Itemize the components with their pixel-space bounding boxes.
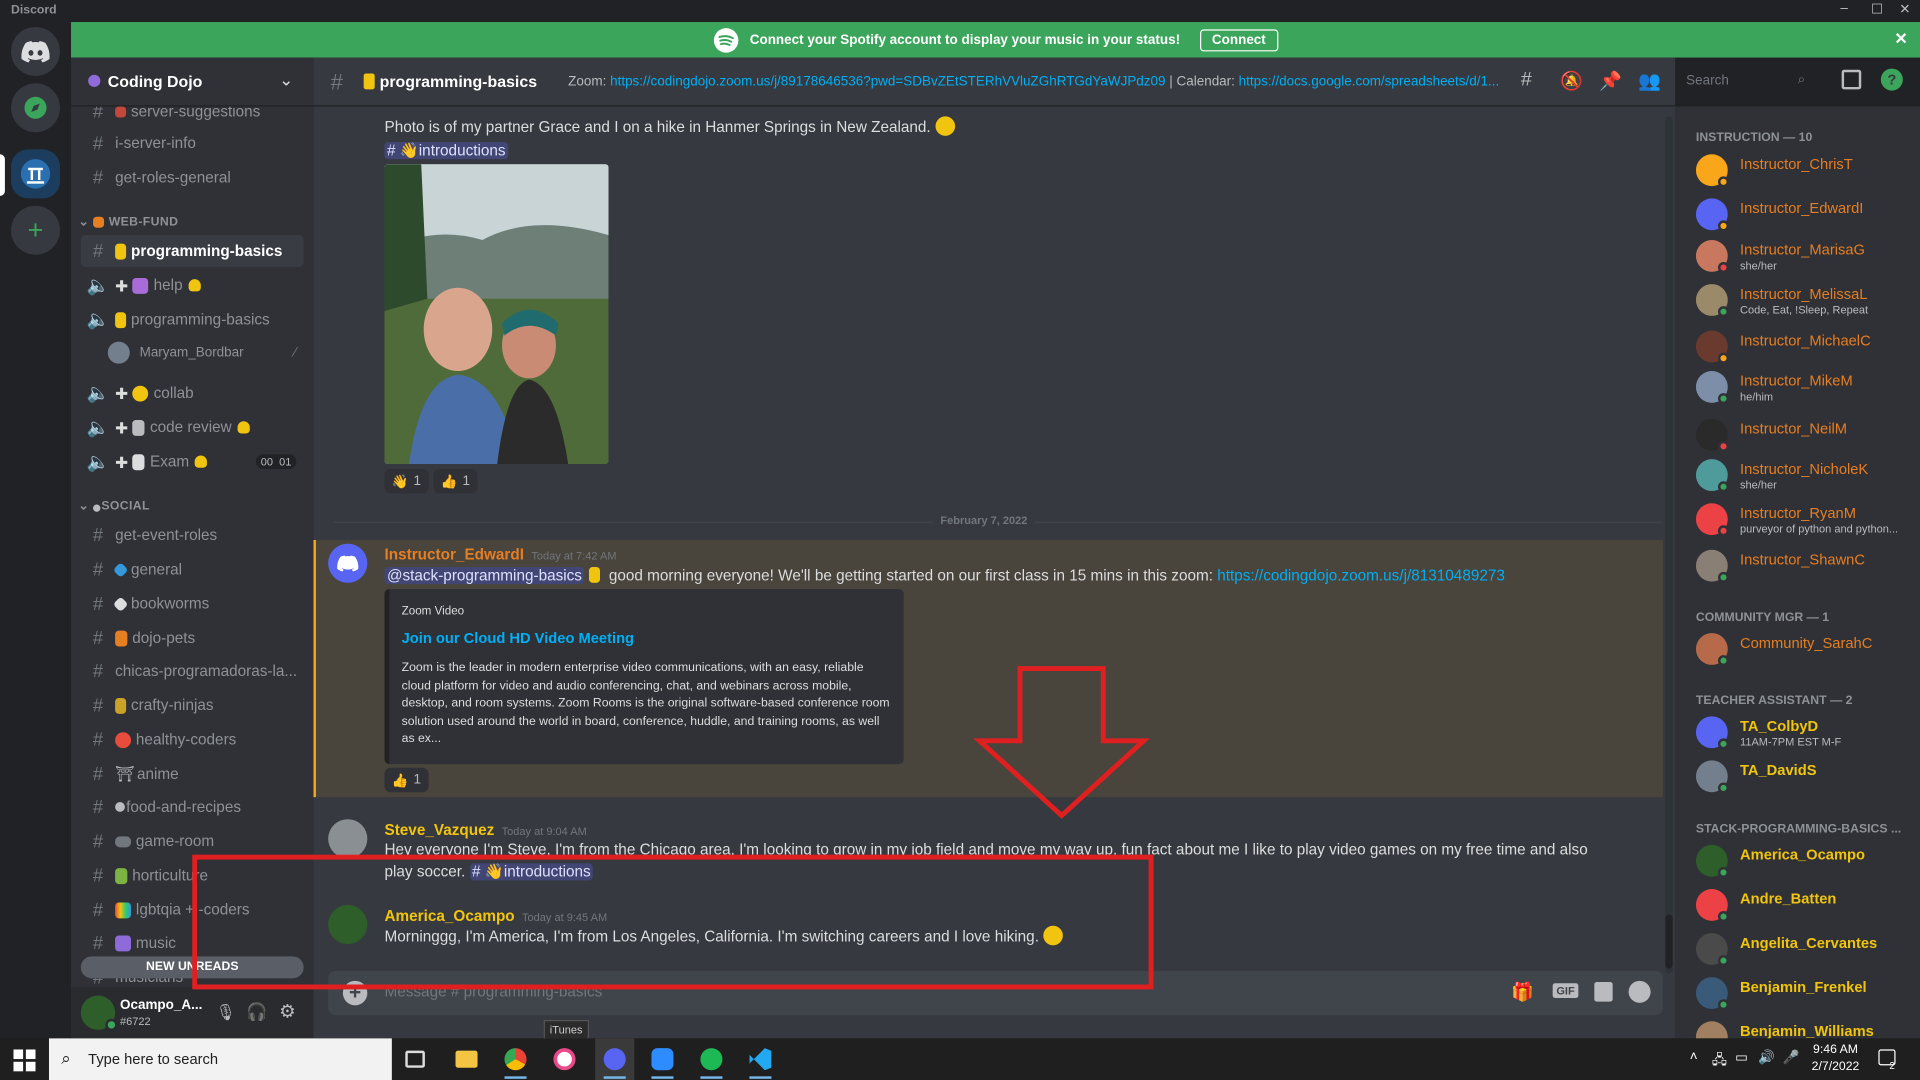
member-item[interactable]: Instructor_MichaelC	[1695, 329, 1916, 371]
member-name: Instructor_NeilM	[1740, 420, 1847, 438]
member-name: Instructor_EdwardI	[1740, 199, 1864, 217]
member-name: TA_DavidS	[1740, 761, 1817, 779]
online-status-icon	[1717, 655, 1729, 667]
member-item[interactable]: Instructor_EdwardI	[1695, 197, 1916, 239]
member-item[interactable]: America_Ocampo	[1695, 844, 1916, 886]
tray-display-icon[interactable]: ▭	[1735, 1049, 1748, 1066]
file-explorer-icon[interactable]	[455, 1050, 478, 1068]
member-item[interactable]: TA_DavidS	[1695, 759, 1916, 801]
online-status-icon	[1717, 911, 1729, 923]
member-item[interactable]: Angelita_Cervantes	[1695, 932, 1916, 974]
member-name: Community_SarahC	[1740, 634, 1873, 652]
task-view-icon[interactable]	[405, 1050, 425, 1068]
member-category-ta: TEACHER ASSISTANT — 2	[1695, 694, 1853, 708]
dnd-status-icon	[1717, 262, 1729, 274]
search-icon: ⌕	[61, 1048, 71, 1068]
zoom-icon[interactable]	[651, 1048, 674, 1071]
annotation-arrow	[973, 666, 1151, 819]
member-name: Instructor_MelissaL	[1740, 285, 1868, 303]
online-status-icon	[1717, 571, 1729, 583]
online-status-icon	[1717, 782, 1729, 794]
annotation-overlay	[192, 666, 1154, 990]
member-item[interactable]: Instructor_MelissaL Code, Eat, !Sleep, Re…	[1695, 283, 1916, 325]
dnd-status-icon	[1717, 440, 1729, 452]
online-status-icon	[1717, 393, 1729, 405]
member-name: Instructor_ShawnC	[1740, 551, 1865, 569]
member-item[interactable]: Benjamin_Frenkel	[1695, 976, 1916, 1018]
member-item[interactable]: Community_SarahC	[1695, 632, 1916, 674]
server-boost-icon	[88, 74, 101, 87]
dnd-status-icon	[1717, 525, 1729, 537]
tray-chevron-up-icon[interactable]: ˄	[1690, 1049, 1698, 1064]
taskbar-search-input[interactable]: ⌕ Type here to search	[48, 1038, 392, 1080]
idle-status-icon	[1717, 220, 1729, 232]
member-item[interactable]: Benjamin_Williams	[1695, 1020, 1916, 1039]
member-name: Instructor_NicholeK	[1740, 460, 1869, 478]
avatar	[1695, 1021, 1728, 1039]
online-status-icon	[1717, 738, 1729, 750]
member-item[interactable]: Instructor_NicholeK she/her	[1695, 458, 1916, 500]
taskbar-date[interactable]: 2/7/2022	[1810, 1060, 1861, 1073]
member-name: TA_ColbyD	[1740, 717, 1819, 735]
tray-mic-icon[interactable]: 🎤	[1783, 1049, 1800, 1066]
member-name: Angelita_Cervantes	[1740, 934, 1878, 952]
taskbar-time[interactable]: 9:46 AM	[1810, 1043, 1861, 1056]
running-indicator	[651, 1076, 674, 1079]
spotify-taskbar-icon[interactable]	[700, 1048, 723, 1071]
server-name: Coding Dojo	[107, 72, 203, 91]
member-status-text: he/him	[1740, 390, 1774, 403]
member-status-text: Code, Eat, !Sleep, Repeat	[1740, 303, 1869, 316]
member-status-text: she/her	[1740, 259, 1777, 272]
member-category-community: COMMUNITY MGR — 1	[1695, 611, 1830, 625]
member-name: Benjamin_Williams	[1740, 1022, 1874, 1039]
member-item[interactable]: Andre_Batten	[1695, 888, 1916, 930]
idle-status-icon	[1717, 176, 1729, 188]
itunes-icon[interactable]	[553, 1048, 576, 1071]
tray-network-icon[interactable]: 🖧	[1712, 1049, 1727, 1072]
running-indicator	[749, 1076, 772, 1079]
online-status-icon	[1717, 866, 1729, 878]
member-item[interactable]: TA_ColbyD 11AM-7PM EST M-F	[1695, 715, 1916, 757]
online-status-icon	[1717, 306, 1729, 318]
discord-taskbar-icon[interactable]	[603, 1048, 626, 1071]
running-indicator	[700, 1076, 723, 1079]
member-item[interactable]: Instructor_NeilM	[1695, 418, 1916, 460]
member-name: Benjamin_Frenkel	[1740, 978, 1867, 996]
idle-status-icon	[1717, 352, 1729, 364]
running-indicator	[603, 1076, 626, 1079]
running-indicator	[504, 1076, 527, 1079]
member-category-instruction: INSTRUCTION — 10	[1695, 131, 1813, 145]
member-name: Andre_Batten	[1740, 890, 1837, 908]
member-list: INSTRUCTION — 10 Instructor_ChrisT Instr…	[1675, 106, 1920, 1039]
member-name: Instructor_MikeM	[1740, 372, 1853, 390]
member-status-text: she/her	[1740, 478, 1777, 492]
annotation-box	[192, 854, 1154, 990]
online-status-icon	[1717, 999, 1729, 1011]
member-status-text: purveyor of python and python...	[1740, 522, 1899, 536]
member-name: America_Ocampo	[1740, 846, 1865, 864]
member-item[interactable]: Instructor_MarisaG she/her	[1695, 239, 1916, 281]
chevron-down-icon: ⌄	[279, 69, 294, 90]
windows-taskbar: ⌕ Type here to search ˄ 🖧 ▭ 🔊 🎤 9:46 AM 2…	[0, 1038, 1920, 1080]
member-name: Instructor_MarisaG	[1740, 241, 1865, 259]
chrome-icon[interactable]	[504, 1048, 527, 1071]
server-header[interactable]: Coding Dojo ⌄	[71, 57, 314, 107]
tray-volume-icon[interactable]: 🔊	[1758, 1049, 1775, 1066]
member-item[interactable]: Instructor_RyanM purveyor of python and p…	[1695, 502, 1916, 544]
member-status-text: 11AM-7PM EST M-F	[1740, 735, 1842, 749]
member-name: Instructor_RyanM	[1740, 504, 1856, 522]
vscode-icon[interactable]	[749, 1048, 772, 1071]
windows-start-icon[interactable]	[13, 1049, 36, 1072]
member-name: Instructor_ChrisT	[1740, 155, 1853, 173]
member-item[interactable]: Instructor_MikeM he/him	[1695, 370, 1916, 412]
member-name: Instructor_MichaelC	[1740, 331, 1871, 349]
taskbar-search-placeholder: Type here to search	[88, 1050, 219, 1068]
member-category-stack: STACK-PROGRAMMING-BASICS ...	[1695, 822, 1902, 837]
member-item[interactable]: Instructor_ChrisT	[1695, 153, 1916, 195]
notification-count: 2	[1889, 1060, 1895, 1072]
online-status-icon	[1717, 955, 1729, 967]
taskbar-tooltip: iTunes	[543, 1020, 589, 1040]
online-status-icon	[1717, 481, 1729, 493]
member-item[interactable]: Instructor_ShawnC	[1695, 549, 1916, 591]
